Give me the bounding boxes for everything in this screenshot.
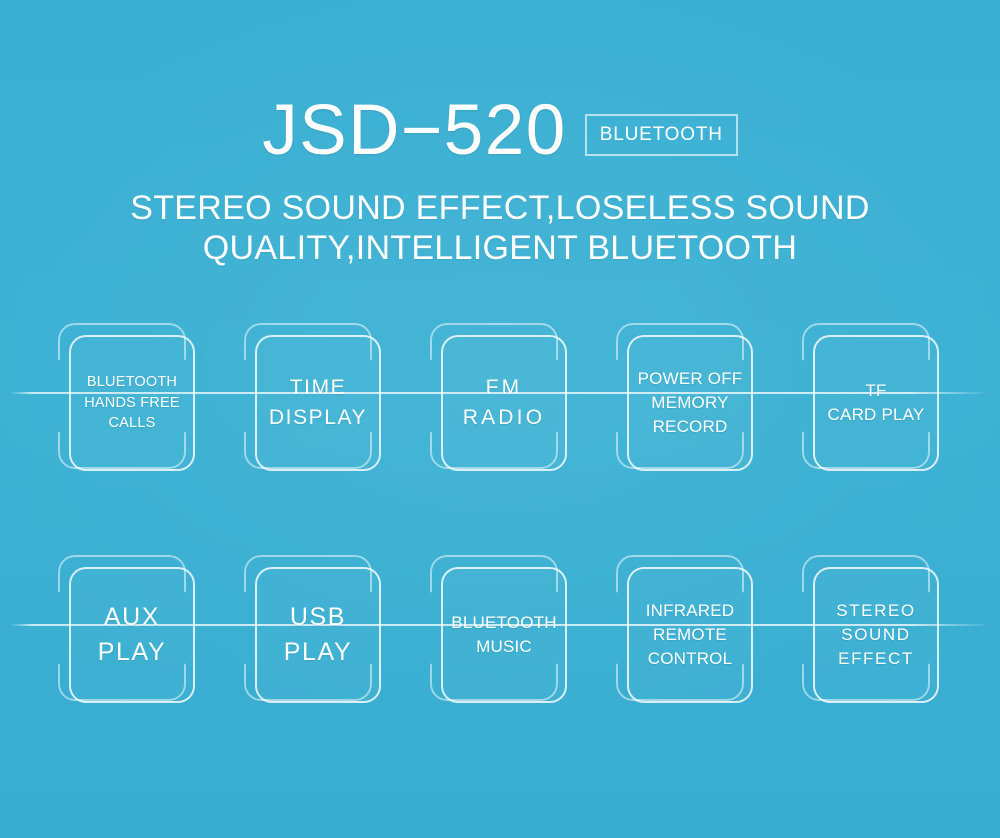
feature-card-label-line: EFFECT [838, 649, 914, 669]
feature-card-label-line: CONTROL [647, 649, 733, 669]
feature-card-label-line: INFRARED [645, 600, 735, 620]
feature-card-label-line: PLAY [97, 638, 167, 666]
feature-card-label-line: HANDS FREE [84, 394, 180, 411]
feature-card-label-line: RECORD [652, 417, 728, 437]
promo-banner: JSD−520 BLUETOOTH STEREO SOUND EFFECT,LO… [0, 0, 1000, 838]
feature-card-label-line: SOUND [841, 624, 911, 644]
bluetooth-badge: BLUETOOTH [584, 113, 738, 156]
feature-card-label-line: PLAY [283, 638, 353, 666]
feature-card-label: FM RADIO [459, 373, 550, 433]
subtitle: STEREO SOUND EFFECT,LOSELESS SOUND QUALI… [0, 188, 1000, 268]
feature-card-stereo-sound-effect[interactable]: STEREO SOUND EFFECT [799, 555, 949, 705]
feature-card-aux-play[interactable]: AUX PLAY [55, 555, 205, 705]
feature-card-label-line: DISPLAY [268, 406, 368, 429]
feature-card-infrared-remote-control[interactable]: INFRARED REMOTE CONTROL [613, 555, 763, 705]
feature-card-label: POWER OFF MEMORY RECORD [634, 367, 747, 439]
feature-card-inner-frame: INFRARED REMOTE CONTROL [627, 567, 753, 703]
feature-card-label: STEREO SOUND EFFECT [832, 599, 920, 671]
feature-card-label-line: CARD PLAY [827, 405, 925, 424]
subtitle-line-1: STEREO SOUND EFFECT,LOSELESS SOUND [130, 189, 870, 227]
feature-card-label-line: USB [289, 602, 347, 631]
feature-card-usb-play[interactable]: USB PLAY [241, 555, 391, 705]
feature-card-label: INFRARED REMOTE CONTROL [642, 599, 739, 671]
feature-card-label-line: BLUETOOTH [86, 374, 178, 391]
feature-card-inner-frame: BLUETOOTH MUSIC [441, 567, 567, 703]
feature-card-label-line: CALLS [108, 415, 156, 432]
feature-card-label: AUX PLAY [94, 600, 170, 671]
feature-card-label-line: STEREO [836, 600, 916, 620]
feature-row-2: AUX PLAY USB PLAY BLUETOOTH MUSIC INFRARED REMO… [0, 555, 1000, 705]
page-title: JSD−520 [262, 90, 567, 170]
feature-card-label-line: MEMORY [651, 392, 729, 412]
feature-card-bluetooth-music[interactable]: BLUETOOTH MUSIC [427, 555, 577, 705]
feature-card-label: TIME DISPLAY [265, 373, 371, 433]
feature-card-inner-frame: TF CARD PLAY [813, 335, 939, 471]
feature-card-bluetooth-hands-free-calls[interactable]: BLUETOOTH HANDS FREE CALLS [55, 323, 205, 473]
feature-card-label-line: AUX [103, 602, 161, 631]
feature-card-label-line: MUSIC [476, 637, 532, 656]
feature-card-label-line: TIME [289, 376, 347, 400]
feature-card-time-display[interactable]: TIME DISPLAY [241, 323, 391, 473]
subtitle-line-2: QUALITY,INTELLIGENT BLUETOOTH [202, 229, 798, 268]
feature-card-label: BLUETOOTH HANDS FREE CALLS [80, 372, 183, 434]
feature-card-label-line: REMOTE [653, 624, 727, 644]
feature-card-tf-card-play[interactable]: TF CARD PLAY [799, 323, 949, 473]
feature-card-label-line: BLUETOOTH [451, 612, 557, 632]
feature-card-inner-frame: STEREO SOUND EFFECT [813, 567, 939, 703]
feature-card-inner-frame: BLUETOOTH HANDS FREE CALLS [69, 335, 195, 471]
feature-row-1: BLUETOOTH HANDS FREE CALLS TIME DISPLAY FM RA… [0, 323, 1000, 473]
feature-card-label-line: RADIO [462, 406, 546, 429]
feature-card-label: TF CARD PLAY [824, 379, 929, 427]
title-row: JSD−520 BLUETOOTH [0, 92, 1000, 168]
feature-card-power-off-memory-record[interactable]: POWER OFF MEMORY RECORD [613, 323, 763, 473]
feature-card-label-line: POWER OFF [637, 368, 743, 388]
feature-card-fm-radio[interactable]: FM RADIO [427, 323, 577, 473]
feature-card-inner-frame: USB PLAY [255, 567, 381, 703]
feature-card-inner-frame: AUX PLAY [69, 567, 195, 703]
feature-card-inner-frame: FM RADIO [441, 335, 567, 471]
feature-card-inner-frame: TIME DISPLAY [255, 335, 381, 471]
feature-card-label-line: FM [485, 376, 523, 400]
feature-card-label-line: TF [865, 380, 887, 400]
feature-card-label: BLUETOOTH MUSIC [447, 611, 560, 659]
feature-card-label: USB PLAY [280, 600, 356, 671]
bluetooth-badge-label: BLUETOOTH [599, 123, 723, 145]
feature-card-inner-frame: POWER OFF MEMORY RECORD [627, 335, 753, 471]
